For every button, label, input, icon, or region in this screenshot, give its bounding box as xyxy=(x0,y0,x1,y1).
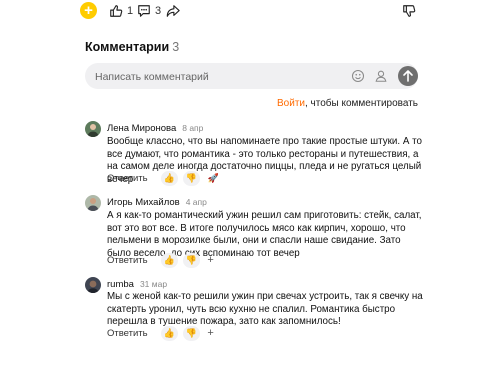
share-icon xyxy=(166,5,180,17)
like-count: 1 xyxy=(127,5,134,17)
thumbs-down-icon xyxy=(403,5,416,17)
login-prompt-text: , чтобы комментировать xyxy=(305,98,418,109)
comment-author[interactable]: Лена Миронова xyxy=(107,123,176,134)
comment-icon xyxy=(138,5,150,17)
comment-date: 4 апр xyxy=(185,197,207,207)
arrow-up-icon xyxy=(403,70,413,82)
comment-input-box xyxy=(85,63,418,91)
post-action-bar: + 1 3 xyxy=(0,0,500,22)
login-prompt: Войти, чтобы комментировать xyxy=(277,98,418,109)
comment-header: Игорь Михайлов 4 апр xyxy=(107,197,207,208)
reply-button[interactable]: Ответить xyxy=(107,173,148,184)
thumbs-down-reaction[interactable]: 👎 xyxy=(182,325,200,341)
user-mention-icon[interactable] xyxy=(374,69,388,83)
rocket-reaction[interactable]: 🚀 xyxy=(205,171,222,186)
comments-heading-label: Комментарии xyxy=(85,40,170,54)
avatar[interactable] xyxy=(85,277,101,293)
emoji-icon[interactable] xyxy=(351,69,365,83)
thumbs-up-icon xyxy=(110,5,123,17)
thumbs-down-reaction[interactable]: 👎 xyxy=(182,170,200,186)
comment-actions: Ответить 👍 👎 🚀 xyxy=(107,170,222,186)
comments-button[interactable]: 3 xyxy=(137,2,161,20)
comment-header: Лена Миронова 8 апр xyxy=(107,123,203,134)
user-photo-icon xyxy=(85,121,101,137)
comment-author[interactable]: rumba xyxy=(107,279,134,290)
comment-date: 31 мар xyxy=(139,279,168,289)
thumbs-up-reaction[interactable]: 👍 xyxy=(160,170,178,186)
add-reaction-button[interactable]: + xyxy=(205,326,217,341)
thumbs-down-reaction[interactable]: 👎 xyxy=(182,252,200,268)
user-photo-icon xyxy=(85,277,101,293)
thumbs-up-reaction[interactable]: 👍 xyxy=(160,252,178,268)
avatar[interactable] xyxy=(85,195,101,211)
comment-header: rumba 31 мар xyxy=(107,279,167,290)
comments-heading-count: 3 xyxy=(172,40,180,54)
comment-input[interactable] xyxy=(93,63,347,91)
reply-button[interactable]: Ответить xyxy=(107,255,148,266)
add-reaction-button[interactable]: + xyxy=(205,253,217,268)
comments-heading: Комментарии 3 xyxy=(85,40,179,54)
user-photo-icon xyxy=(85,195,101,211)
reply-button[interactable]: Ответить xyxy=(107,328,148,339)
thumbs-up-reaction[interactable]: 👍 xyxy=(160,325,178,341)
comment-date: 8 апр xyxy=(182,123,204,133)
comment-actions: Ответить 👍 👎 + xyxy=(107,325,217,341)
comment-actions: Ответить 👍 👎 + xyxy=(107,252,217,268)
comment-author[interactable]: Игорь Михайлов xyxy=(107,197,180,208)
avatar[interactable] xyxy=(85,121,101,137)
login-link[interactable]: Войти xyxy=(277,98,305,109)
send-comment-button[interactable] xyxy=(398,66,418,86)
comment-count: 3 xyxy=(155,5,162,17)
add-reaction-button[interactable]: + xyxy=(80,2,97,19)
share-button[interactable] xyxy=(166,2,180,20)
like-button[interactable]: 1 xyxy=(109,2,133,20)
comment-text: Мы с женой как-то решили ужин при свечах… xyxy=(107,291,423,327)
dislike-button[interactable] xyxy=(402,2,416,20)
